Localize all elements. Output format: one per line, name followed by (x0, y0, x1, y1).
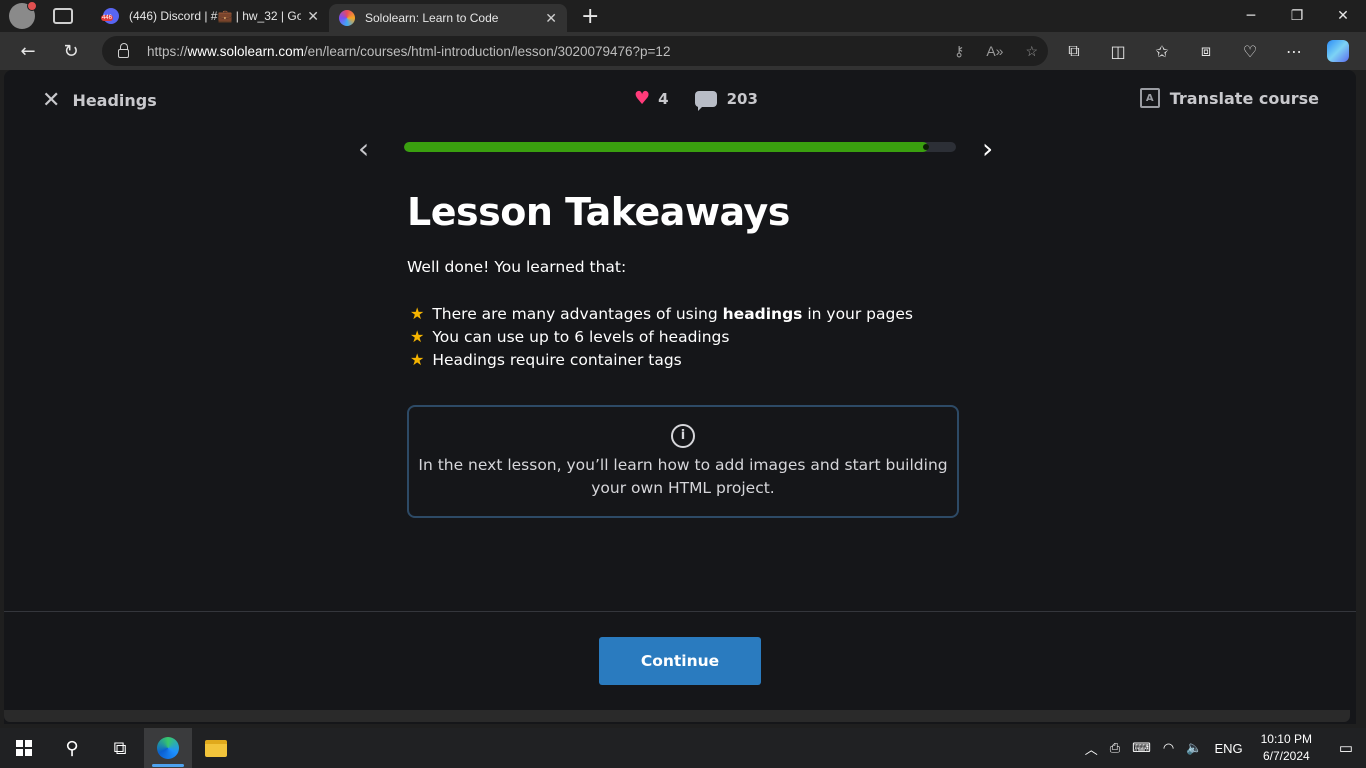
folder-icon (205, 739, 227, 757)
tab-actions-icon[interactable] (53, 8, 73, 24)
tab-strip: (446) Discord | #💼 | hw_32 | Goa ✕ Solol… (0, 0, 1366, 32)
tab-title: (446) Discord | #💼 | hw_32 | Goa (129, 9, 302, 23)
discord-favicon-icon (101, 8, 119, 24)
browser-essentials-icon[interactable]: ♡ (1230, 33, 1270, 69)
lesson-intro: Well done! You learned that: (407, 258, 627, 276)
profile-avatar[interactable] (9, 1, 37, 29)
windows-logo-icon (16, 740, 32, 756)
clock[interactable]: 10:10 PM 6/7/2024 (1261, 731, 1312, 765)
taskbar-file-explorer[interactable] (192, 728, 240, 768)
next-lesson-info-box: i In the next lesson, you’ll learn how t… (407, 405, 959, 518)
task-view-icon[interactable]: ⧉ (96, 728, 144, 768)
translate-label: Translate course (1169, 88, 1319, 108)
lesson-stats: ♥ 4 203 (634, 88, 758, 111)
camera-icon[interactable]: ⎙ (1110, 740, 1120, 756)
favorites-icon[interactable]: ✩ (1142, 33, 1182, 69)
info-text-line-2: your own HTML project. (591, 479, 775, 497)
hearts-count: 4 (658, 89, 669, 108)
clock-date: 6/7/2024 (1262, 749, 1310, 763)
footer-divider (4, 611, 1356, 612)
tab-close-icon[interactable]: ✕ (545, 10, 557, 27)
star-icon: ★ (410, 350, 425, 369)
notification-icon[interactable]: ▭ (1326, 728, 1366, 768)
info-icon: i (671, 424, 695, 448)
tab-discord[interactable]: (446) Discord | #💼 | hw_32 | Goa ✕ (93, 0, 329, 32)
taskbar: ⚲ ⧉ ︿ ⎙ ⌨ ◠ 🔈 ENG 10:10 PM 6/7/2024 ▭ (0, 728, 1366, 768)
url-path: /en/learn/courses/html-introduction/less… (303, 43, 671, 59)
window-controls: ─ ❐ ✕ (1228, 0, 1366, 32)
lesson-name: Headings (72, 91, 157, 110)
new-tab-button[interactable]: + (581, 4, 599, 29)
read-aloud-icon[interactable]: A» (986, 43, 1003, 59)
sololearn-favicon-icon (339, 10, 355, 26)
minimize-button[interactable]: ─ (1228, 0, 1274, 32)
tab-sololearn[interactable]: Sololearn: Learn to Code ✕ (329, 4, 567, 32)
list-item: ★ Headings require container tags (407, 348, 967, 371)
close-icon: ✕ (42, 88, 61, 113)
info-text-line-1: In the next lesson, you’ll learn how to … (418, 456, 948, 474)
horizontal-scrollbar[interactable] (4, 710, 1350, 722)
translate-icon: A (1139, 88, 1160, 108)
address-bar[interactable]: https://www.sololearn.com/en/learn/cours… (102, 36, 1048, 66)
copilot-icon[interactable] (1318, 33, 1358, 69)
heart-icon: ♥ (634, 88, 651, 109)
tab-close-icon[interactable]: ✕ (307, 8, 319, 25)
favorite-star-icon[interactable]: ☆ (1025, 43, 1038, 60)
progress-fill (404, 142, 929, 152)
refresh-icon[interactable]: ↻ (53, 33, 89, 69)
close-lesson-button[interactable]: ✕ Headings (42, 88, 157, 113)
url-host: www.sololearn.com (187, 43, 304, 59)
takeaway-text: Headings require container tags (432, 350, 682, 369)
extensions-icon[interactable]: ⧉ (1054, 33, 1094, 69)
back-arrow-icon[interactable]: ← (10, 33, 46, 69)
next-chevron-icon[interactable]: › (982, 132, 993, 165)
progress-marker (923, 144, 929, 150)
comments-count[interactable]: 203 (727, 90, 758, 108)
takeaway-list: ★ There are many advantages of using hea… (407, 302, 967, 371)
split-screen-icon[interactable]: ◫ (1098, 33, 1138, 69)
previous-chevron-icon[interactable]: ‹ (358, 132, 369, 165)
page-title: Lesson Takeaways (407, 190, 790, 234)
wifi-icon[interactable]: ◠ (1163, 740, 1174, 756)
tab-title: Sololearn: Learn to Code (365, 11, 499, 25)
start-button[interactable] (0, 728, 48, 768)
lock-icon[interactable] (118, 42, 129, 58)
language-indicator[interactable]: ENG (1214, 741, 1242, 756)
takeaway-text: There are many advantages of using headi… (432, 304, 913, 323)
chevron-up-icon[interactable]: ︿ (1085, 739, 1098, 758)
lesson-content: Lesson Takeaways Well done! You learned … (407, 190, 967, 371)
clock-time: 10:10 PM (1260, 732, 1312, 746)
takeaway-text: You can use up to 6 levels of headings (432, 327, 730, 346)
lesson-progress-bar (404, 142, 956, 152)
more-menu-icon[interactable]: ⋯ (1274, 33, 1314, 69)
system-tray: ︿ ⎙ ⌨ ◠ 🔈 ENG 10:10 PM 6/7/2024 ▭ (1079, 728, 1366, 768)
restore-button[interactable]: ❐ (1274, 0, 1320, 32)
translate-course-button[interactable]: A Translate course (1139, 88, 1319, 108)
continue-button[interactable]: Continue (599, 637, 761, 685)
key-icon[interactable]: ⚷ (954, 43, 964, 60)
edge-icon (157, 737, 179, 759)
browser-toolbar: ← ↻ https://www.sololearn.com/en/learn/c… (0, 32, 1366, 70)
search-icon[interactable]: ⚲ (48, 728, 96, 768)
comment-icon[interactable] (694, 90, 717, 111)
list-item: ★ You can use up to 6 levels of headings (407, 325, 967, 348)
star-icon: ★ (410, 304, 425, 323)
list-item: ★ There are many advantages of using hea… (407, 302, 967, 325)
star-icon: ★ (410, 327, 425, 346)
close-window-button[interactable]: ✕ (1320, 0, 1366, 32)
collections-icon[interactable]: ⧈ (1186, 33, 1226, 69)
volume-icon[interactable]: 🔈 (1186, 740, 1202, 756)
ime-icon[interactable]: ⌨ (1132, 740, 1151, 756)
lesson-page: ✕ Headings ♥ 4 203 A Translate course ‹ … (4, 70, 1356, 724)
url-prefix: https:// (147, 43, 188, 59)
taskbar-edge[interactable] (144, 728, 192, 768)
